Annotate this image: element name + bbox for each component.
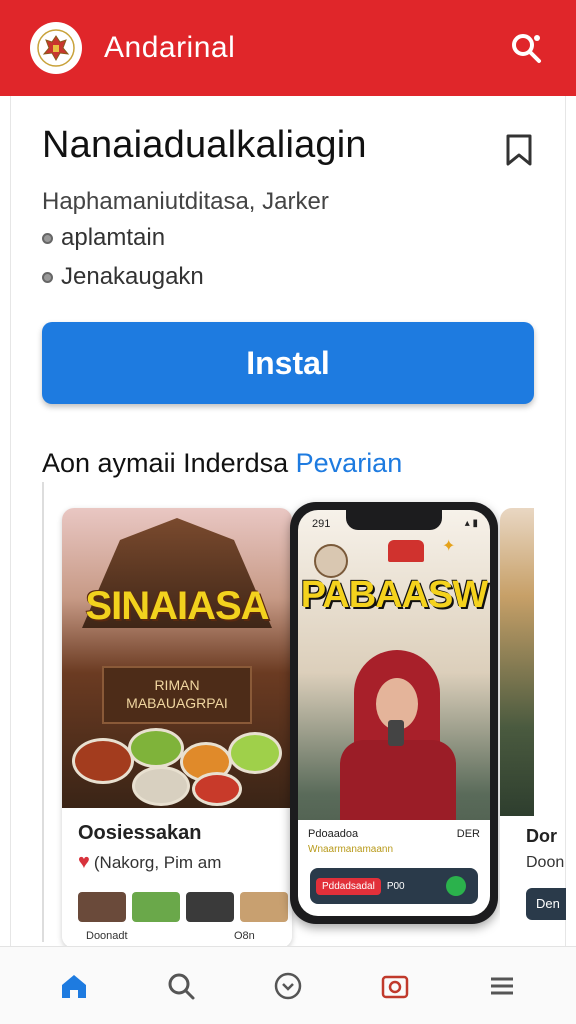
- woman-with-phone-image: [340, 650, 456, 820]
- panel-value: P00: [386, 880, 405, 892]
- phone-screenshot[interactable]: 291 ▴ ▮ ✦ PABAASW Pdoaadoa DER Wnaarmana…: [290, 502, 498, 924]
- bullet-icon: [42, 271, 53, 283]
- meta-row-category: aplamtain: [42, 224, 165, 252]
- meta-category: aplamtain: [61, 224, 166, 251]
- hearts-icon: ♥: [78, 851, 90, 873]
- status-time: 291: [312, 518, 331, 530]
- panel-button[interactable]: Pddadsadal: [316, 877, 381, 895]
- app-name: Nanaiadualkaliagin: [42, 124, 367, 166]
- handheld-phone-icon: [388, 720, 404, 746]
- thumbnail[interactable]: [240, 892, 288, 922]
- section-title: Aon aymaii Inderdsa Pevarian: [42, 448, 402, 479]
- panel-subtitle: Wnaarmanamaann: [308, 844, 394, 855]
- card-left-title: Oosiessakan: [78, 822, 202, 844]
- scene-sign-text: SINAIASA: [85, 584, 269, 628]
- thumbnail-caption: O8n: [234, 930, 255, 942]
- body-shape: [340, 740, 456, 820]
- meta-rating: Jenakaugakn: [61, 263, 204, 290]
- bowl: [192, 772, 242, 806]
- bowl: [128, 728, 184, 768]
- phone-notch: [346, 510, 442, 530]
- bowl: [132, 766, 190, 806]
- star-icon: ✦: [442, 538, 456, 555]
- meta-row-rating: Jenakaugakn: [42, 263, 204, 291]
- bullet-icon: [42, 232, 53, 244]
- thumbnail[interactable]: [186, 892, 234, 922]
- card-left-subtitle: ♥ (Nakorg, Pim am: [78, 851, 276, 874]
- card-right-title: Dor: [526, 826, 557, 846]
- search-icon[interactable]: [506, 28, 546, 68]
- phone-banner-text: PABAASW: [300, 574, 489, 616]
- camera-icon[interactable]: [373, 964, 417, 1008]
- bowl: [228, 732, 282, 774]
- bookmark-icon[interactable]: [502, 132, 536, 168]
- market-scene-image: SINAIASA RIMAN MABAUAGRPAI: [62, 508, 292, 808]
- screenshot-card-left[interactable]: SINAIASA RIMAN MABAUAGRPAI Oosiessakan ♥…: [62, 508, 292, 948]
- top-app-bar: Andarinal: [0, 0, 576, 96]
- garuda-emblem-icon[interactable]: [30, 22, 82, 74]
- frame-divider-left: [10, 96, 11, 956]
- screenshot-card-right[interactable]: [500, 508, 534, 948]
- phone-screen: 291 ▴ ▮ ✦ PABAASW Pdoaadoa DER Wnaarmana…: [298, 510, 490, 916]
- bottom-navigation: [0, 946, 576, 1024]
- home-icon[interactable]: [52, 964, 96, 1008]
- app-title: Andarinal: [104, 31, 236, 64]
- gallery-divider: [42, 482, 44, 942]
- thumbnail[interactable]: [132, 892, 180, 922]
- panel-header: Pdoaadoa DER: [308, 828, 480, 840]
- food-bowls: [72, 708, 282, 808]
- card-left-thumbnails: [78, 892, 288, 922]
- status-icons: ▴ ▮: [464, 518, 478, 529]
- shop-sign-line1: RIMAN: [154, 677, 200, 693]
- developer-name[interactable]: Haphamaniutditasa, Jarker: [42, 188, 329, 216]
- card-left-sub-text: (Nakorg, Pim am: [93, 852, 222, 872]
- phone-info-panel: Pdoaadoa DER Wnaarmanamaann Pddadsadal P…: [298, 820, 490, 916]
- frame-divider-right: [565, 96, 566, 956]
- install-button[interactable]: Instal: [42, 322, 534, 404]
- card-right-button[interactable]: Den: [526, 888, 566, 920]
- panel-right: DER: [456, 828, 480, 840]
- bowl: [72, 738, 134, 784]
- thumbnail[interactable]: [78, 892, 126, 922]
- avatar: [314, 544, 348, 578]
- panel-title: Pdoaadoa: [308, 828, 359, 840]
- section-heading: Aon aymaii Inderdsa: [42, 448, 289, 478]
- menu-icon[interactable]: [480, 964, 524, 1008]
- panel-action-bar: Pddadsadal P00: [310, 868, 478, 904]
- brand-logo-icon: [388, 540, 424, 562]
- thumbnail-caption: Doonadt: [86, 930, 128, 942]
- section-link[interactable]: Pevarian: [296, 448, 403, 478]
- card-left-info: Oosiessakan ♥ (Nakorg, Pim am Doonadt O8…: [62, 808, 292, 948]
- chat-icon[interactable]: [266, 964, 310, 1008]
- card-right-subtitle: Doon: [526, 854, 565, 871]
- search-icon[interactable]: [159, 964, 203, 1008]
- refresh-icon[interactable]: [446, 876, 466, 896]
